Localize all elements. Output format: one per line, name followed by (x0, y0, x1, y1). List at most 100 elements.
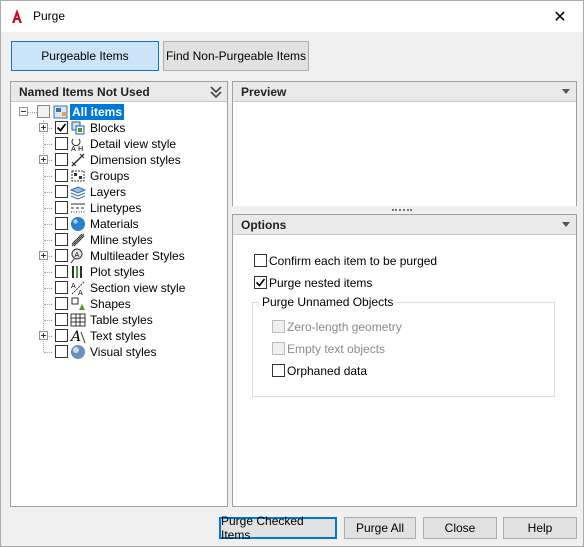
svg-text:A: A (70, 329, 81, 344)
tree-checkbox[interactable] (55, 313, 68, 326)
svg-text:A: A (78, 289, 83, 296)
purge-all-button[interactable]: Purge All (344, 517, 416, 539)
confirm-each-checkbox[interactable] (254, 254, 267, 267)
tree-item-section-view-style[interactable]: A A Section view style (11, 280, 231, 296)
layers-icon (70, 186, 86, 200)
tree-item-text-styles[interactable]: A Text styles (11, 328, 231, 344)
help-label: Help (527, 521, 553, 535)
named-items-header: Named Items Not Used (11, 82, 227, 102)
svg-text:A: A (71, 145, 76, 152)
tree-checkbox-all[interactable] (37, 105, 50, 118)
close-window-button[interactable]: ✕ (537, 1, 583, 32)
tree-item-label: Detail view style (90, 137, 177, 151)
tab-non-purgeable-items[interactable]: Find Non-Purgeable Items (163, 41, 309, 71)
preview-title: Preview (241, 85, 287, 99)
purge-nested-checkbox[interactable] (254, 276, 267, 289)
shapes-icon (71, 297, 85, 310)
named-items-panel: Named Items Not Used All items Blocks A … (10, 81, 228, 507)
tree-checkbox[interactable] (55, 121, 68, 134)
detail-view-icon: AH (71, 138, 83, 152)
tree-checkbox[interactable] (55, 249, 68, 262)
preview-panel: Preview (232, 81, 577, 207)
zero-length-checkbox (272, 320, 285, 333)
purge-checked-label: Purge Checked Items (221, 514, 304, 542)
groups-icon (71, 170, 85, 182)
tree-item-label: Section view style (90, 281, 186, 295)
options-panel: Options Confirm each item to be purged P… (232, 214, 577, 507)
tree-checkbox[interactable] (55, 281, 68, 294)
plot-styles-icon (72, 266, 82, 278)
purge-all-label: Purge All (355, 521, 405, 535)
close-button[interactable]: Close (423, 517, 497, 539)
visual-styles-icon (71, 345, 85, 359)
tree-checkbox[interactable] (55, 329, 68, 342)
drawing-icon (53, 105, 68, 119)
tree-checkbox[interactable] (55, 217, 68, 230)
tree-item-multileader-styles[interactable]: A Multileader Styles (11, 248, 231, 264)
tree-checkbox[interactable] (55, 297, 68, 310)
expand-toggle[interactable] (39, 251, 48, 260)
tree-item-shapes[interactable]: Shapes (11, 296, 231, 312)
purge-dialog: Purge ✕ Purgeable Items Find Non-Purgeab… (0, 0, 584, 547)
collapse-toggle[interactable] (19, 107, 28, 116)
grip-icon (392, 209, 412, 211)
tree-root-row[interactable]: All items (11, 104, 231, 120)
tree-item-visual-styles[interactable]: Visual styles (11, 344, 231, 360)
tree-item-label: Table styles (90, 313, 153, 327)
tab-purgeable-items[interactable]: Purgeable Items (11, 41, 159, 71)
autocad-logo-icon (12, 9, 22, 23)
items-tree[interactable]: All items Blocks A H Detail view style Dimen… (11, 104, 227, 506)
tree-item-plot-styles[interactable]: Plot styles (11, 264, 231, 280)
tree-item-label: Blocks (90, 121, 126, 135)
expand-toggle[interactable] (39, 123, 48, 132)
multileader-icon: A (70, 248, 83, 264)
tree-item-detail-view-style[interactable]: A H Detail view style (11, 136, 231, 152)
tree-checkbox[interactable] (55, 201, 68, 214)
purge-checked-button[interactable]: Purge Checked Items (219, 514, 337, 542)
window-title: Purge (33, 9, 66, 23)
title-bar: Purge ✕ (1, 1, 583, 32)
tree-checkbox[interactable] (55, 169, 68, 182)
svg-text:A: A (71, 282, 76, 290)
dropdown-arrow-icon (562, 89, 570, 94)
tree-item-label: Materials (90, 217, 139, 231)
preview-header[interactable]: Preview (233, 82, 576, 102)
tree-item-dimension-styles[interactable]: Dimension styles (11, 152, 231, 168)
expand-toggle[interactable] (39, 155, 48, 164)
orphaned-data-label[interactable]: Orphaned data (287, 364, 367, 378)
tree-item-blocks[interactable]: Blocks (11, 120, 231, 136)
purge-nested-label[interactable]: Purge nested items (269, 276, 372, 290)
help-button[interactable]: Help (503, 517, 577, 539)
panel-splitter[interactable] (232, 206, 577, 214)
dropdown-arrow-icon (562, 222, 570, 227)
blocks-icon (71, 121, 85, 135)
checkmark-icon (56, 123, 67, 132)
options-title: Options (241, 218, 287, 232)
purge-unnamed-title: Purge Unnamed Objects (259, 295, 397, 309)
tree-item-label: Plot styles (90, 265, 145, 279)
tree-checkbox[interactable] (55, 345, 68, 358)
options-header[interactable]: Options (233, 215, 576, 235)
orphaned-data-checkbox[interactable] (272, 364, 285, 377)
section-view-icon: AA (71, 281, 85, 296)
tree-item-materials[interactable]: Materials (11, 216, 231, 232)
tree-item-linetypes[interactable]: Linetypes (11, 200, 231, 216)
tree-checkbox[interactable] (55, 233, 68, 246)
expand-toggle[interactable] (39, 331, 48, 340)
close-icon: ✕ (553, 8, 567, 26)
tree-item-layers[interactable]: Layers (11, 184, 231, 200)
tree-item-label: Multileader Styles (90, 249, 185, 263)
tree-checkbox[interactable] (55, 265, 68, 278)
tree-item-label: Mline styles (90, 233, 153, 247)
collapse-chevron-icon[interactable] (209, 84, 223, 100)
tree-item-label: Text styles (90, 329, 147, 343)
tree-item-groups[interactable]: Groups (11, 168, 231, 184)
tree-checkbox[interactable] (55, 185, 68, 198)
tree-item-mline-styles[interactable]: Mline styles (11, 232, 231, 248)
tree-item-label: Visual styles (90, 345, 157, 359)
empty-text-checkbox (272, 342, 285, 355)
tree-checkbox[interactable] (55, 137, 68, 150)
tree-checkbox[interactable] (55, 153, 68, 166)
confirm-each-label[interactable]: Confirm each item to be purged (269, 254, 437, 268)
tree-item-table-styles[interactable]: Table styles (11, 312, 231, 328)
